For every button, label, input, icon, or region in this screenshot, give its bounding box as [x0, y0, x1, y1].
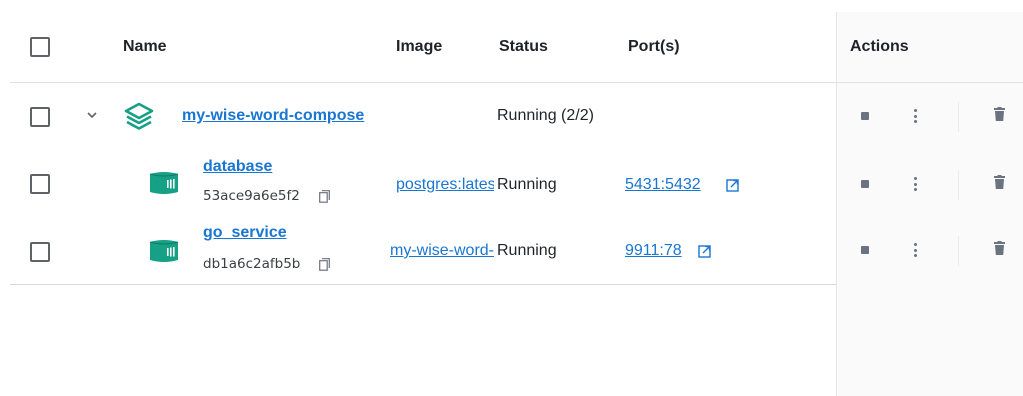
- row-checkbox[interactable]: [30, 242, 50, 262]
- status-text: Running: [497, 242, 557, 259]
- action-divider: [958, 170, 959, 200]
- container-id: db1a6c2afb5b: [203, 256, 301, 272]
- layers-icon: [124, 102, 154, 135]
- table-row[interactable]: database 53ace9a6e5f2 postgres:latest Ru…: [10, 150, 1023, 214]
- status-text: Running (2/2): [497, 107, 594, 124]
- trash-icon[interactable]: [994, 241, 1005, 260]
- more-options-icon[interactable]: [914, 243, 918, 257]
- table-header: Name Image Status Port(s) Actions: [10, 12, 1023, 83]
- container-icon: [146, 170, 182, 201]
- external-link-icon[interactable]: [698, 245, 711, 263]
- row-checkbox[interactable]: [30, 174, 50, 194]
- compose-name-link[interactable]: my-wise-word-compose: [182, 107, 386, 125]
- status-text: Running: [497, 176, 557, 193]
- table-row[interactable]: my-wise-word-compose Running (2/2): [10, 88, 1023, 146]
- image-link[interactable]: postgres:latest: [396, 176, 494, 194]
- trash-icon[interactable]: [994, 175, 1005, 194]
- column-header-name[interactable]: Name: [123, 12, 167, 82]
- copy-icon[interactable]: [319, 258, 330, 276]
- container-icon: [146, 238, 182, 269]
- stop-icon[interactable]: [861, 112, 869, 120]
- container-name-link[interactable]: go_service: [203, 224, 287, 242]
- column-header-status[interactable]: Status: [499, 12, 548, 82]
- select-all-checkbox[interactable]: [30, 37, 50, 57]
- action-divider: [958, 236, 959, 266]
- more-options-icon[interactable]: [914, 177, 918, 191]
- column-header-actions: Actions: [850, 38, 909, 55]
- image-link[interactable]: my-wise-word-compose-go_service: [390, 242, 494, 260]
- table-bottom-divider: [10, 284, 836, 285]
- trash-icon[interactable]: [994, 107, 1005, 126]
- containers-table: Name Image Status Port(s) Actions my-wis…: [0, 0, 1023, 396]
- copy-icon[interactable]: [319, 190, 330, 208]
- external-link-icon[interactable]: [726, 179, 739, 197]
- stop-icon[interactable]: [861, 246, 869, 254]
- row-checkbox[interactable]: [30, 107, 50, 127]
- more-options-icon[interactable]: [914, 109, 918, 123]
- stop-icon[interactable]: [861, 180, 869, 188]
- port-link[interactable]: 5431:5432: [625, 176, 701, 194]
- column-header-ports[interactable]: Port(s): [628, 12, 680, 82]
- chevron-down-icon[interactable]: [86, 108, 98, 124]
- port-link[interactable]: 9911:78: [625, 242, 682, 260]
- container-name-link[interactable]: database: [203, 158, 272, 176]
- action-divider: [958, 102, 959, 132]
- container-id: 53ace9a6e5f2: [203, 188, 300, 204]
- table-row[interactable]: go_service db1a6c2afb5b my-wise-word-com…: [10, 218, 1023, 282]
- column-header-image[interactable]: Image: [396, 12, 442, 82]
